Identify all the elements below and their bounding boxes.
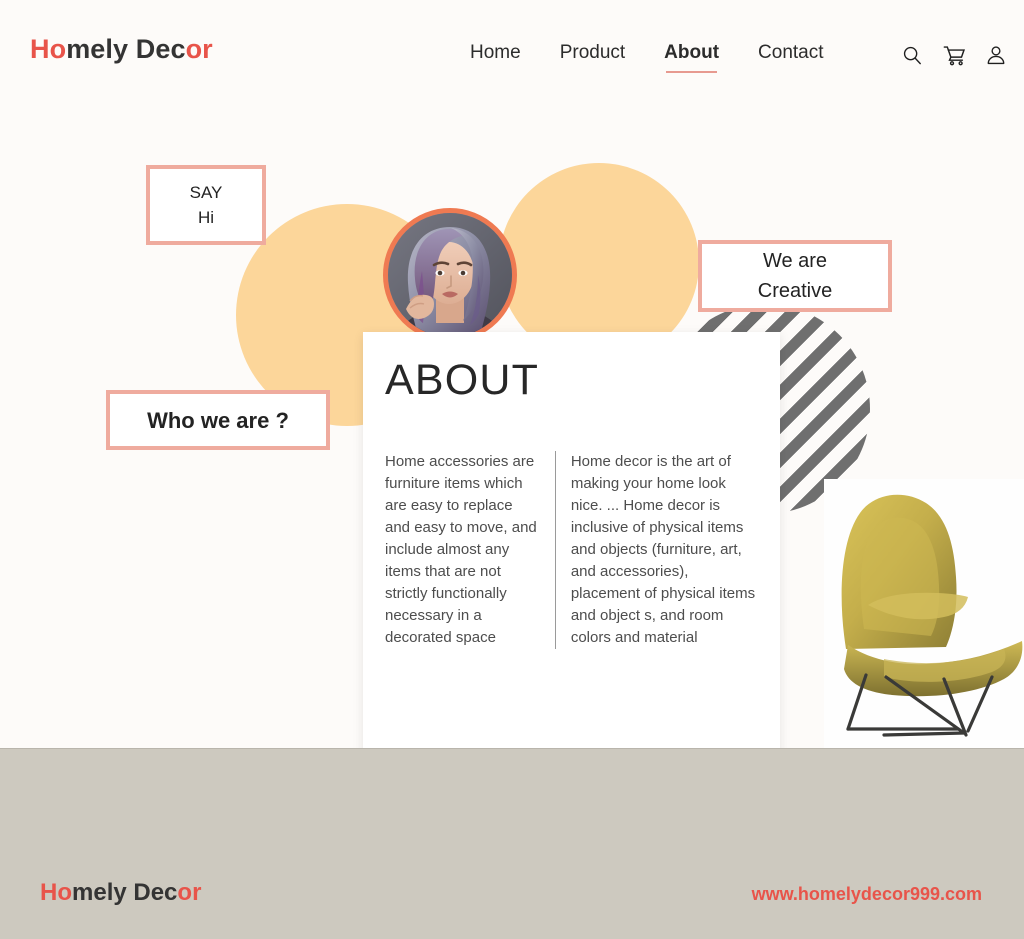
chair-photo [824,479,1024,748]
nav-item-product-label: Product [559,42,626,63]
header-icon-group [899,42,1009,68]
tag-who-we-are-label: Who we are ? [147,407,289,433]
tag-creative-line-1: We are [762,250,828,272]
site-footer: Homely Decor www.homelydecor999.com [0,748,1024,939]
about-text-right: Home decor is the art of making your hom… [554,451,758,650]
search-icon[interactable] [899,42,925,68]
nav-item-contact-label: Contact [758,42,824,63]
tag-creative-line-2: Creative [757,280,833,302]
nav-item-home[interactable]: Home [470,42,521,74]
nav-item-about-label: About [664,42,720,63]
nav-item-product[interactable]: Product [560,42,625,74]
nav-active-underline [666,71,718,73]
brand-logo-part-1: Ho [30,34,67,64]
avatar [383,208,517,342]
about-text-left: Home accessories are furniture items whi… [385,453,537,647]
tag-say-hi: SAY Hi [146,165,266,245]
footer-website-url[interactable]: www.homelydecor999.com [752,884,982,905]
tag-who-we-are: Who we are ? [106,390,330,450]
footer-logo-part-2: mely Dec [72,879,178,906]
footer-logo[interactable]: Homely Decor [40,879,201,907]
cart-icon[interactable] [941,42,967,68]
tag-we-are-creative: We are Creative [698,240,892,312]
brand-logo[interactable]: Homely Decor [30,34,213,65]
footer-logo-part-3: or [177,879,202,906]
main-nav: Home Product About Contact [470,42,824,74]
brand-logo-part-3: or [185,34,213,64]
user-icon[interactable] [983,42,1009,68]
tag-say-hi-line-1: SAY [189,182,223,202]
tag-say-hi-line-2: Hi [197,208,215,227]
nav-item-about[interactable]: About [664,42,719,74]
about-card: ABOUT Home accessories are furniture ite… [363,332,780,764]
site-header: Homely Decor Home Product About Contact [0,0,1024,104]
footer-logo-part-1: Ho [40,879,72,906]
nav-item-contact[interactable]: Contact [758,42,823,74]
nav-item-home-label: Home [470,42,521,63]
brand-logo-part-2: mely Dec [66,34,186,64]
hero-section: SAY Hi We are Creative Who we are ? ABOU… [0,104,1024,764]
about-title: ABOUT [385,356,540,404]
about-columns: Home accessories are furniture items whi… [385,451,758,650]
